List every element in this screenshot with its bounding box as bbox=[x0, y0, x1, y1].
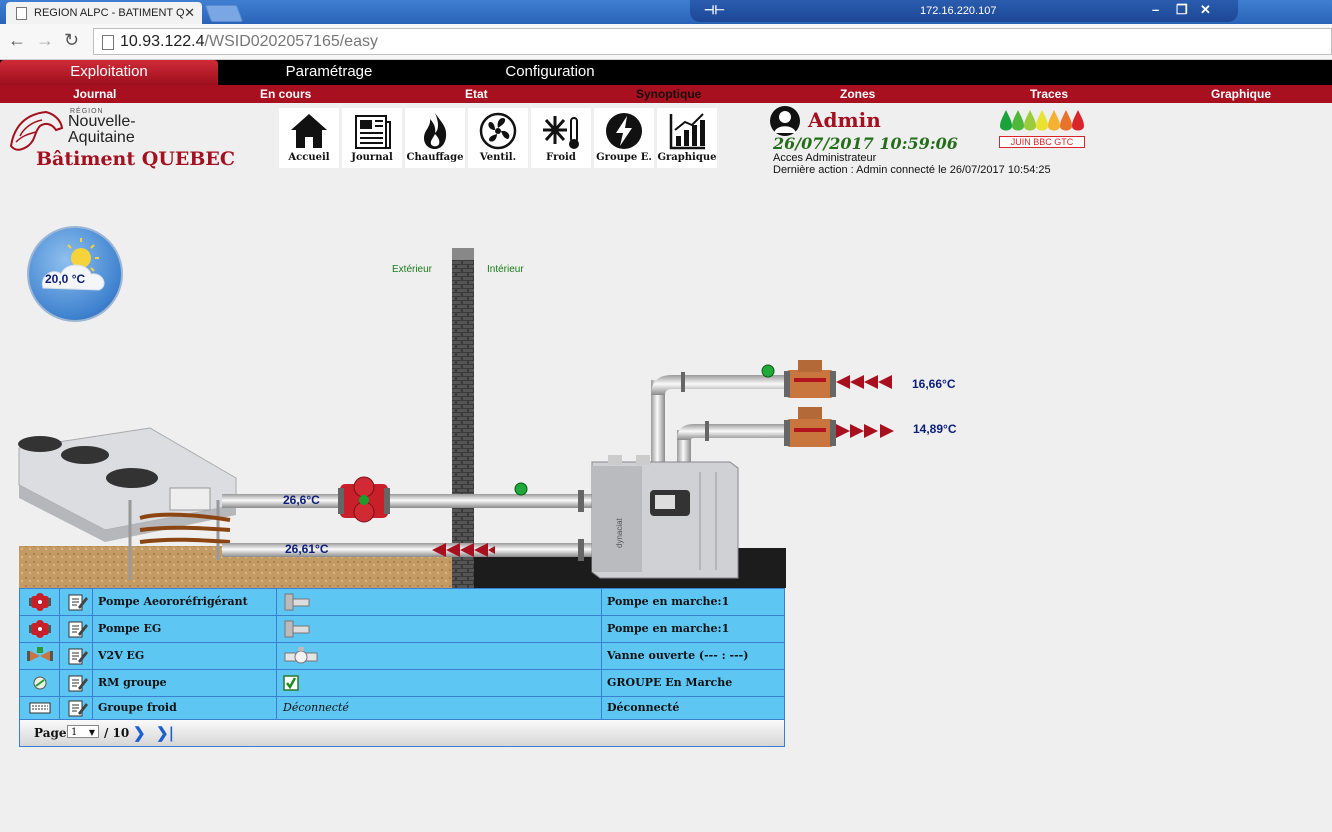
page-total: / 10 bbox=[104, 726, 130, 740]
label-interior: Intérieur bbox=[487, 264, 524, 275]
pump-state-icon bbox=[284, 620, 310, 638]
temp-hot-return: 26,61°C bbox=[285, 542, 329, 556]
page-select[interactable]: 1 ▼ bbox=[67, 725, 99, 738]
edit-icon[interactable] bbox=[60, 589, 93, 615]
temp-hot-supply: 26,6°C bbox=[283, 493, 320, 507]
flow-arrows-cold-return bbox=[836, 375, 892, 389]
equipment-value bbox=[277, 589, 602, 615]
pump-hot bbox=[338, 476, 390, 523]
status-dot-hot bbox=[514, 482, 528, 496]
equipment-name: Groupe froid bbox=[93, 697, 277, 719]
relay-icon bbox=[20, 670, 60, 696]
next-page-icon[interactable]: ❯ bbox=[133, 724, 146, 742]
page-current: 1 bbox=[71, 727, 78, 738]
pump-icon bbox=[20, 589, 60, 615]
label-exterior: Extérieur bbox=[392, 264, 433, 275]
last-page-icon[interactable]: ❯| bbox=[156, 724, 174, 742]
equipment-name: Pompe EG bbox=[93, 616, 277, 642]
equipment-status: Déconnecté bbox=[607, 701, 680, 714]
chiller-unit: dynaciat bbox=[591, 455, 739, 579]
equipment-value bbox=[277, 670, 602, 696]
keyboard-icon bbox=[20, 697, 60, 719]
pump-cold-1 bbox=[784, 360, 836, 398]
pump-cold-2 bbox=[784, 407, 836, 447]
edit-icon[interactable] bbox=[60, 670, 93, 696]
equipment-value bbox=[277, 643, 602, 669]
pipe-hot-supply bbox=[222, 494, 592, 508]
temp-cold-supply: 14,89°C bbox=[913, 422, 957, 436]
equipment-status: Pompe en marche:1 bbox=[607, 622, 730, 635]
equipment-status: Vanne ouverte (--- : ---) bbox=[607, 649, 749, 662]
edit-icon[interactable] bbox=[60, 643, 93, 669]
flow-arrows-cold-supply bbox=[836, 424, 894, 438]
status-dot-cold bbox=[761, 364, 775, 378]
edit-icon[interactable] bbox=[60, 616, 93, 642]
table-row[interactable]: Groupe froid Déconnecté Déconnecté bbox=[20, 697, 784, 720]
table-row[interactable]: Pompe EG Pompe en marche:1 bbox=[20, 616, 784, 643]
table-row[interactable]: Pompe Aeororéfrigérant Pompe en marche:1 bbox=[20, 589, 784, 616]
equipment-name: Pompe Aeororéfrigérant bbox=[93, 589, 277, 615]
page-label: Page bbox=[34, 726, 67, 740]
equipment-status: GROUPE En Marche bbox=[607, 676, 733, 689]
equipment-table: Pompe Aeororéfrigérant Pompe en marche:1… bbox=[19, 588, 785, 747]
pipe-hot-return bbox=[222, 543, 592, 557]
wall bbox=[452, 258, 474, 588]
svg-text:dynaciat: dynaciat bbox=[615, 517, 624, 548]
equipment-value: Déconnecté bbox=[277, 697, 602, 719]
outdoor-temperature: 20,0 °C bbox=[45, 272, 86, 286]
pagination: Page 1 ▼ / 10 ❯ ❯| bbox=[20, 720, 784, 746]
checkbox-checked-icon bbox=[283, 675, 299, 691]
equipment-name: RM groupe bbox=[93, 670, 277, 696]
pump-state-icon bbox=[284, 593, 310, 611]
valve-state-icon bbox=[284, 647, 318, 664]
equipment-name: V2V EG bbox=[93, 643, 277, 669]
temp-cold-return: 16,66°C bbox=[912, 377, 956, 391]
table-row[interactable]: V2V EG Vanne ouverte (--- : ---) bbox=[20, 643, 784, 670]
valve-icon bbox=[20, 643, 60, 669]
dropdown-arrow-icon: ▼ bbox=[88, 728, 95, 737]
weather-widget[interactable]: 20,0 °C bbox=[27, 226, 123, 322]
equipment-value bbox=[277, 616, 602, 642]
edit-icon[interactable] bbox=[60, 697, 93, 719]
table-row[interactable]: RM groupe GROUPE En Marche bbox=[20, 670, 784, 697]
pump-icon bbox=[20, 616, 60, 642]
equipment-status: Pompe en marche:1 bbox=[607, 595, 730, 608]
